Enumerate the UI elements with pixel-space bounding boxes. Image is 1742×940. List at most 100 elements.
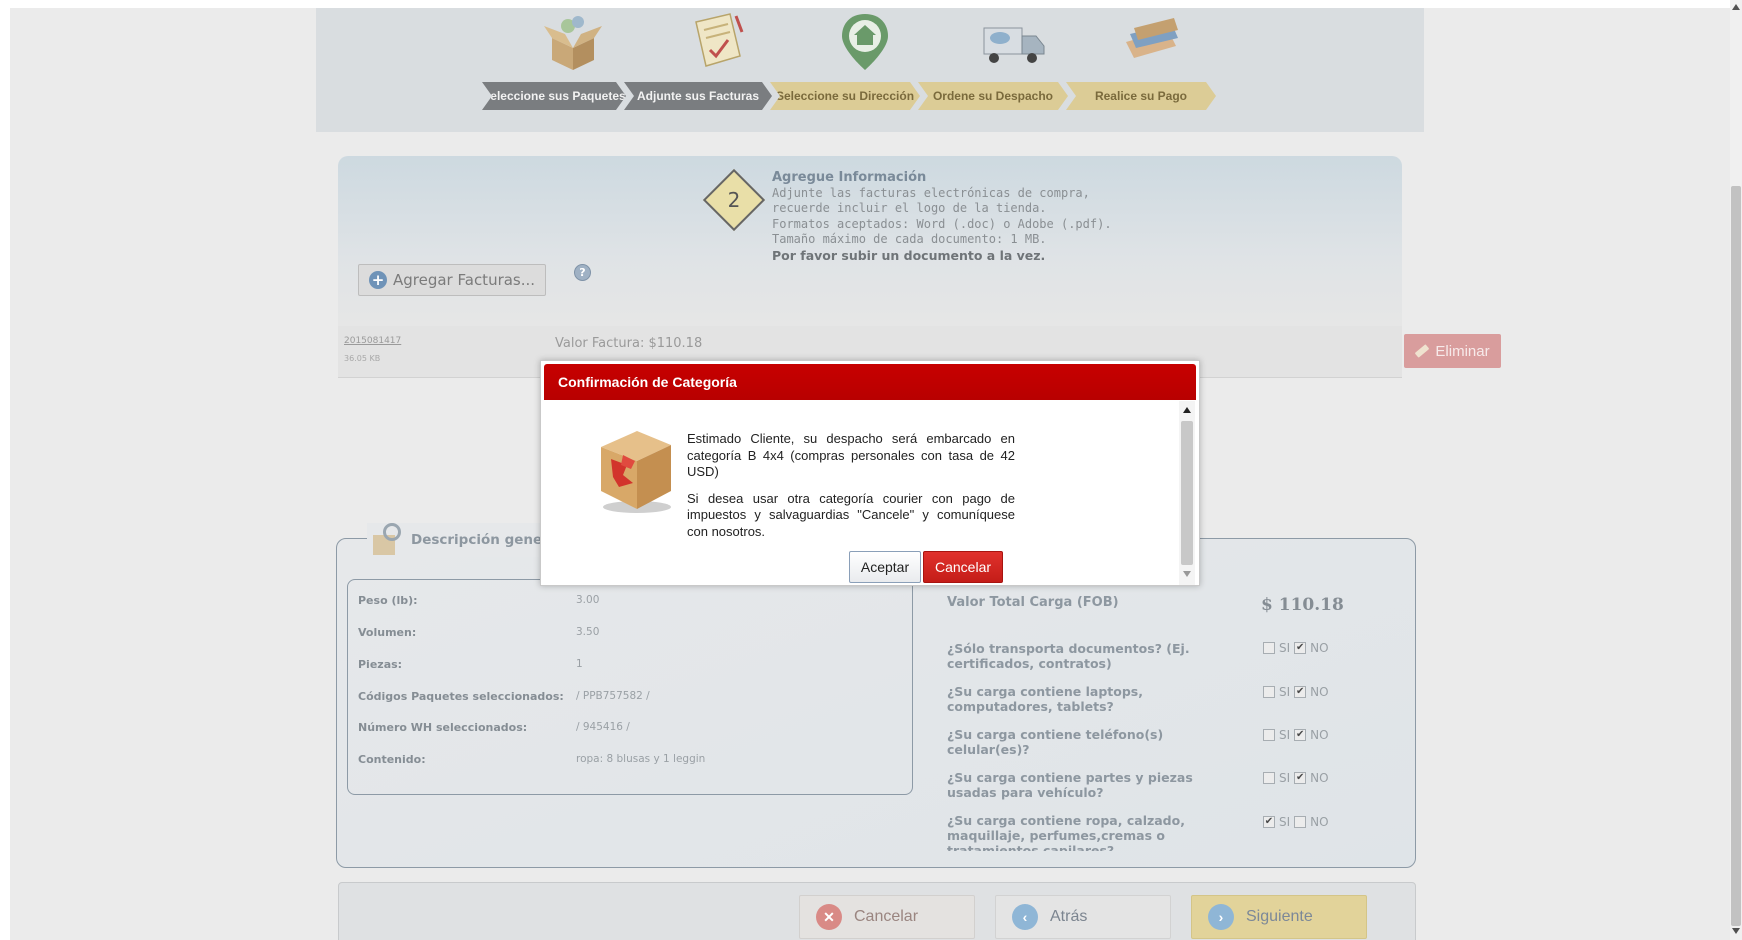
next-button[interactable]: › Siguiente [1191,895,1367,939]
upload-instructions: Agregue Información Adjunte las facturas… [772,170,1112,263]
no-label: NO [1310,728,1329,742]
answer-options: ✔ SI NO [1263,815,1329,829]
yes-checkbox[interactable] [1263,729,1275,741]
bottom-navigation-bar: ✕ Cancelar ‹ Atrás › Siguiente [338,882,1416,940]
info-line: Adjunte las facturas electrónicas de com… [772,185,1090,200]
no-checkbox[interactable]: ✔ [1294,729,1307,741]
delete-invoice-button[interactable]: Eliminar [1404,334,1501,368]
step-tab-dispatch[interactable]: Ordene su Despacho [918,82,1068,110]
yes-label: SI [1279,815,1291,829]
dialog-title: Confirmación de Categoría [544,364,1196,400]
page-scrollbar[interactable] [1730,0,1742,940]
question-phones: ¿Su carga contiene teléfono(s) celular(e… [947,727,1164,757]
question-vehicle-parts: ¿Su carga contiene partes y piezas usada… [947,770,1193,800]
scroll-up-arrow-icon[interactable] [1183,407,1191,413]
description-heading: Descripción general [367,523,569,557]
help-icon[interactable]: ? [574,264,591,281]
cancel-icon: ✕ [816,904,842,930]
delete-label: Eliminar [1435,342,1490,360]
invoice-value: Valor Factura: $110.18 [555,336,703,351]
yes-label: SI [1279,685,1291,699]
answer-options: SI ✔ NO [1263,685,1329,699]
no-label: NO [1310,771,1329,785]
add-invoices-button[interactable]: + Agregar Facturas... [358,264,546,296]
cancel-label: Cancelar [854,908,919,925]
detail-value: 1 [576,658,583,670]
invoice-file-size: 36.05 KB [344,354,381,363]
dialog-cancel-button[interactable]: Cancelar [923,551,1003,583]
no-label: NO [1310,641,1329,655]
no-checkbox[interactable]: ✔ [1294,686,1307,698]
question-laptops: ¿Su carga contiene laptops, computadores… [947,684,1143,714]
invoice-document-icon [695,13,744,67]
no-label: NO [1310,685,1329,699]
cancel-button[interactable]: ✕ Cancelar [799,895,975,939]
question-documents: ¿Sólo transporta documentos? (Ej. certif… [947,641,1190,671]
back-button[interactable]: ‹ Atrás [995,895,1171,939]
no-checkbox[interactable]: ✔ [1294,642,1307,654]
delivery-truck-icon [983,27,1045,63]
step-tab-address[interactable]: Seleccione su Dirección [770,82,920,110]
question-clothing: ¿Su carga contiene ropa, calzado, maquil… [947,813,1185,851]
magnifier-box-icon [371,523,405,557]
add-invoices-label: Agregar Facturas... [393,271,536,289]
info-line: recuerde incluir el logo de la tienda. [772,201,1047,215]
scroll-down-arrow-icon[interactable] [1732,928,1740,934]
info-line: Formatos aceptados: Word (.doc) o Adobe … [772,216,1112,231]
dialog-scrollbar[interactable] [1179,401,1195,585]
detail-label: Códigos Paquetes seleccionados: [358,690,564,703]
detail-label: Contenido: [358,753,426,766]
yes-checkbox[interactable] [1263,642,1275,654]
answer-options: SI ✔ NO [1263,728,1329,742]
scroll-up-arrow-icon[interactable] [1732,4,1740,10]
detail-value: / PPB757582 / [576,690,650,702]
step-tab-invoices[interactable]: Adjunte sus Facturas [624,82,772,110]
dialog-paragraph: Si desea usar otra categoría courier con… [687,490,1015,539]
scroll-thumb[interactable] [1181,421,1193,565]
scroll-down-arrow-icon[interactable] [1183,571,1191,577]
dialog-paragraph: Estimado Cliente, su despacho será embar… [687,431,1015,479]
yes-checkbox[interactable]: ✔ [1263,816,1275,828]
step-label: Realice su Pago [1094,89,1188,103]
step-label: Seleccione sus Paquetes [482,89,626,103]
arrow-left-icon: ‹ [1012,904,1038,930]
detail-label: Peso (lb): [358,594,418,607]
answer-options: SI ✔ NO [1263,641,1329,655]
shipment-description-section: Descripción general Peso (lb): 3.00 Volu… [336,523,1416,868]
detail-value: 3.00 [576,594,600,606]
detail-label: Número WH seleccionados: [358,721,528,734]
info-emphasis: Por favor subir un documento a la vez. [772,247,1046,263]
step-label: Adjunte sus Facturas [636,89,760,103]
step-number-badge: 2 [702,168,766,232]
back-label: Atrás [1050,908,1088,925]
steps-progress-bar: Seleccione sus Paquetes Adjunte sus Fact… [316,8,1424,132]
detail-label: Piezas: [358,658,403,671]
yes-checkbox[interactable] [1263,772,1275,784]
step-tab-packages[interactable]: Seleccione sus Paquetes [482,82,626,110]
info-line: Tamaño máximo de cada documento: 1 MB. [772,232,1047,246]
next-label: Siguiente [1246,908,1313,925]
step-label: Seleccione su Dirección [775,89,915,103]
scroll-thumb[interactable] [1731,186,1741,926]
step-label: Ordene su Despacho [932,89,1054,103]
fob-label: Valor Total Carga (FOB) [947,595,1119,610]
credit-card-icon [1126,18,1178,58]
no-checkbox[interactable]: ✔ [1294,772,1307,784]
yes-checkbox[interactable] [1263,686,1275,698]
detail-value: / 945416 / [576,721,630,733]
detail-value: 3.50 [576,626,600,638]
answer-options: SI ✔ NO [1263,771,1329,785]
arrow-right-icon: › [1208,904,1234,930]
home-location-icon [842,14,888,70]
detail-value: ropa: 8 blusas y 1 leggin [576,753,706,765]
fob-value: $ 110.18 [1261,595,1344,615]
category-confirmation-dialog: Confirmación de Categoría Estimado Clien… [540,360,1200,586]
yes-label: SI [1279,641,1291,655]
accept-button[interactable]: Aceptar [849,551,921,583]
step-tab-payment[interactable]: Realice su Pago [1066,82,1216,110]
shipment-details-table: Peso (lb): 3.00 Volumen: 3.50 Piezas: 1 … [347,579,913,795]
no-checkbox[interactable] [1294,816,1307,828]
invoice-file-link[interactable]: 2015081417 [344,336,401,346]
dialog-message: Estimado Cliente, su despacho será embar… [687,431,1015,540]
plus-circle-icon: + [369,271,387,289]
